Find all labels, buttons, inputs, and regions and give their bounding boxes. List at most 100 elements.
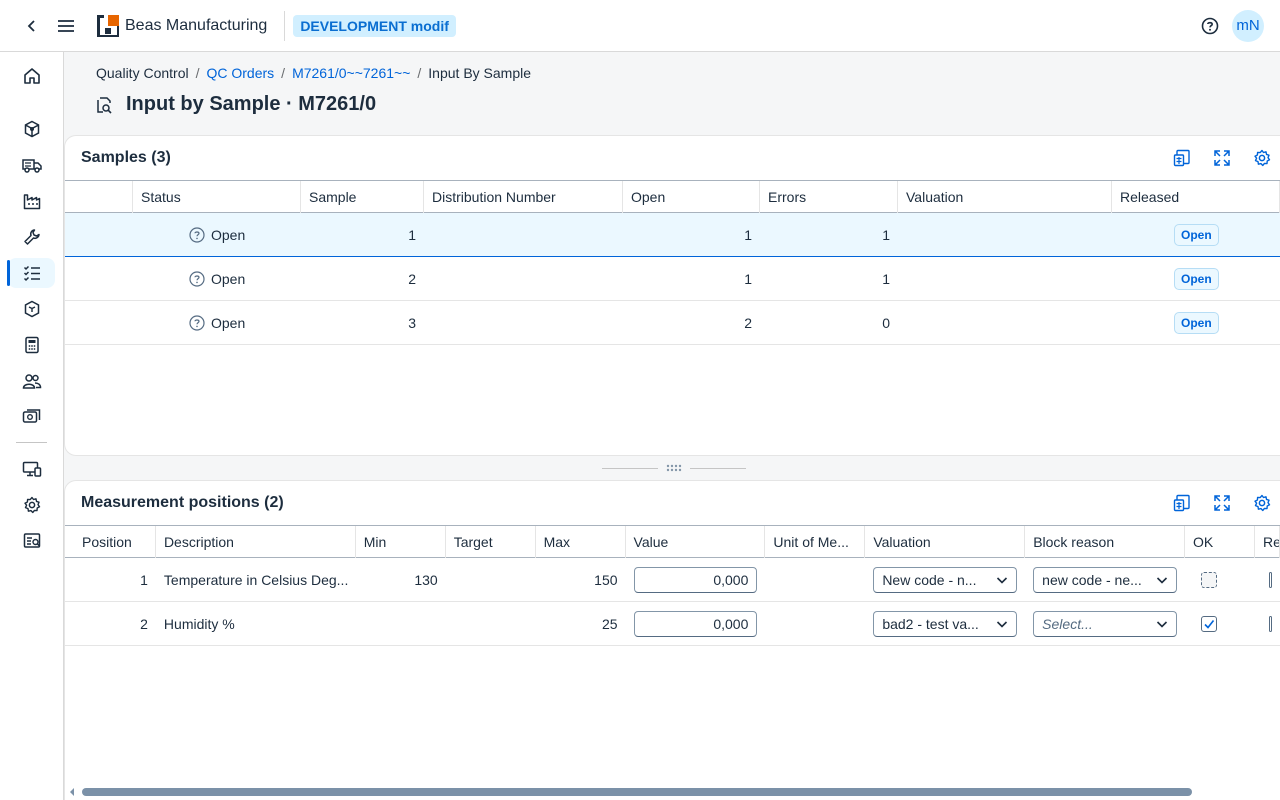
breadcrumb-qc-orders[interactable]: QC Orders [206,65,274,81]
samples-fullscreen-button[interactable] [1204,143,1240,173]
selection-column-header[interactable] [65,181,133,213]
column-header-ok[interactable]: OK [1185,526,1255,558]
block-reason-select[interactable]: Select... [1033,610,1178,637]
avatar[interactable]: mN [1232,9,1264,42]
status-text: Open [211,226,246,243]
valuation-select[interactable]: bad2 - test va... [873,610,1018,637]
open-cell: 1 [744,226,752,243]
environment-badge: DEVELOPMENT modif [293,14,456,37]
nav-calculation[interactable] [8,330,55,360]
samples-table: Status Sample Distribution Number Open E… [65,180,1280,345]
chevron-down-icon [997,576,1008,584]
column-header-valuation[interactable]: Valuation [865,526,1026,558]
description-cell: Temperature in Celsius Deg... [163,571,349,588]
column-header-block-reason[interactable]: Block reason [1025,526,1186,558]
open-cell: 1 [744,270,752,287]
released-badge[interactable]: Open [1174,311,1219,334]
column-header-distribution-number[interactable]: Distribution Number [424,181,623,213]
nav-maintenance[interactable] [8,222,55,252]
table-row[interactable]: Open 2 1 1 Open [65,257,1280,301]
nav-production[interactable] [8,186,55,216]
nav-employees[interactable] [8,366,55,396]
scroll-left-icon[interactable] [68,787,76,797]
row-selector[interactable] [65,301,133,345]
ok-cell [1185,602,1255,646]
column-header-min[interactable]: Min [356,526,446,558]
column-header-released[interactable]: Released [1112,181,1280,213]
ok-cell [1185,558,1255,602]
breadcrumb-qc-order[interactable]: M7261/0~~7261~~ [292,65,410,81]
block-reason-select[interactable]: new code - ne... [1033,566,1178,593]
measurement-table: Position Description Min Target Max Valu… [65,525,1280,646]
menu-button[interactable] [54,0,78,52]
shipping-icon [21,159,42,173]
nav-devices[interactable] [8,454,55,484]
spreadsheet-export-icon [1173,494,1190,512]
chevron-down-icon [997,620,1008,628]
samples-settings-button[interactable] [1244,143,1280,173]
cube-icon [24,120,39,138]
nav-finance[interactable] [8,402,55,432]
target-cell [446,602,536,646]
row-selector[interactable] [65,257,133,301]
column-header-value[interactable]: Value [626,526,766,558]
description-cell: Humidity % [163,615,235,632]
scrollbar-thumb[interactable] [82,788,1192,796]
page-header: Input by Sample · M7261/0 [94,93,376,116]
column-header-open[interactable]: Open [623,181,760,213]
fullscreen-icon [1214,150,1230,166]
measurement-export-button[interactable] [1164,488,1200,518]
table-row[interactable]: 2 Humidity % 25 0,000 bad2 - test va... … [65,602,1280,646]
re-cell [1255,558,1280,602]
calculator-icon [24,336,39,354]
re-checkbox[interactable] [1268,571,1272,588]
samples-export-button[interactable] [1164,143,1200,173]
nav-materials[interactable] [8,114,55,144]
valuation-select[interactable]: New code - n... [873,566,1018,593]
help-button[interactable] [1190,6,1230,46]
errors-cell: 1 [882,270,890,287]
nav-quality-control[interactable] [7,258,55,288]
column-header-status[interactable]: Status [133,181,301,213]
sample-cell: 1 [408,226,416,243]
nav-home[interactable] [8,61,55,91]
column-header-position[interactable]: Position [65,526,156,558]
measurement-settings-button[interactable] [1244,488,1280,518]
status-cell: Open [133,213,301,257]
measurement-title: Measurement positions (2) [81,494,284,511]
table-row[interactable]: Open 3 2 0 Open [65,301,1280,345]
table-row[interactable]: Open 1 1 1 Open [65,213,1280,257]
min-cell [356,602,446,646]
breadcrumb-current: Input By Sample [428,65,532,81]
ok-checkbox[interactable] [1201,615,1218,632]
ok-checkbox[interactable] [1201,571,1218,588]
nav-settings[interactable] [8,490,55,520]
column-header-description[interactable]: Description [156,526,356,558]
column-header-sample[interactable]: Sample [301,181,424,213]
value-cell: 0,000 [626,558,766,602]
question-status-icon [189,314,205,331]
released-badge[interactable]: Open [1174,267,1219,290]
nav-reports[interactable] [8,526,55,556]
nav-shipping[interactable] [8,150,55,180]
row-selector[interactable] [65,213,133,257]
re-checkbox[interactable] [1268,615,1272,632]
app-logo[interactable]: Beas Manufacturing [96,14,267,38]
breadcrumb-quality-control[interactable]: Quality Control [96,65,189,81]
column-header-re[interactable]: Re [1255,526,1280,558]
min-cell: 130 [414,571,438,588]
value-input[interactable]: 0,000 [633,610,758,637]
breadcrumb-separator: / [281,65,286,81]
panel-splitter[interactable] [600,462,748,474]
value-input[interactable]: 0,000 [633,566,758,593]
column-header-target[interactable]: Target [446,526,536,558]
measurement-fullscreen-button[interactable] [1204,488,1240,518]
column-header-unit[interactable]: Unit of Me... [765,526,866,558]
nav-products[interactable] [8,294,55,324]
column-header-errors[interactable]: Errors [760,181,898,213]
column-header-max[interactable]: Max [536,526,626,558]
table-row[interactable]: 1 Temperature in Celsius Deg... 130 150 … [65,558,1280,602]
horizontal-scrollbar[interactable] [64,784,1280,800]
released-badge[interactable]: Open [1174,223,1219,246]
column-header-valuation[interactable]: Valuation [898,181,1112,213]
